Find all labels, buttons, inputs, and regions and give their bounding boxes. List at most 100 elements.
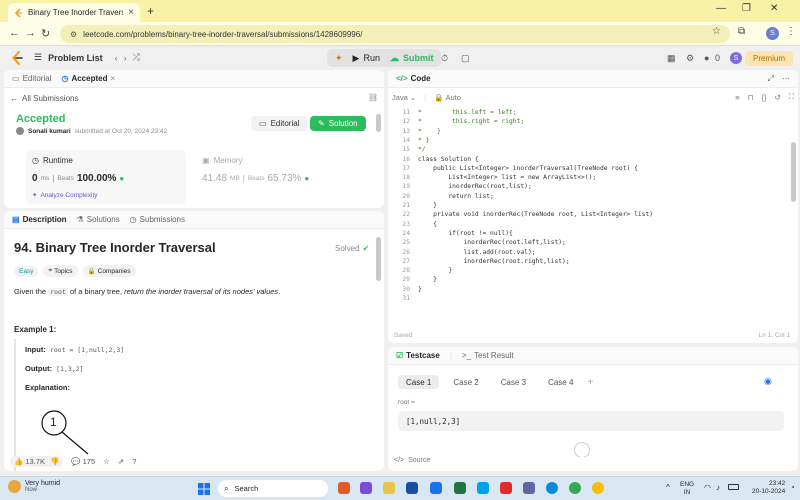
code-line: return list;	[418, 192, 494, 200]
thumbs-down-icon[interactable]: 👎	[50, 457, 59, 466]
extensions-icon[interactable]: ⧉	[738, 26, 745, 37]
case-3-tab[interactable]: Case 3	[493, 375, 534, 389]
fullscreen-icon[interactable]: ⛶	[789, 92, 794, 102]
layout-icon[interactable]: ▦	[667, 53, 676, 64]
prev-problem-icon[interactable]: ‹	[115, 53, 118, 63]
reload-icon[interactable]: ↻	[41, 27, 50, 40]
tab-editorial[interactable]: ▭ Editorial	[12, 74, 51, 83]
browser-menu-icon[interactable]: ⋮	[786, 26, 796, 37]
problem-list-link[interactable]: Problem List	[48, 53, 103, 63]
volume-icon[interactable]: ♪	[716, 483, 720, 492]
bookmark-icon[interactable]: ⊓	[748, 93, 754, 102]
solution-button[interactable]: ✎ Solution	[310, 116, 366, 131]
app-chrome-icon[interactable]	[569, 482, 581, 494]
eye-icon[interactable]: ◉	[764, 376, 772, 387]
clock[interactable]: 23:42 20-10-2024	[752, 480, 785, 496]
app-explorer-icon[interactable]	[383, 482, 395, 494]
battery-icon[interactable]	[728, 484, 739, 490]
site-info-icon[interactable]: ⚙	[70, 30, 77, 39]
notes-icon[interactable]: ▢	[461, 53, 470, 64]
timer-icon[interactable]: ⏱	[441, 53, 448, 64]
leetcode-logo-icon[interactable]	[11, 51, 23, 65]
wifi-icon[interactable]: ◠	[704, 483, 711, 492]
bookmark-star-icon[interactable]: ☆	[712, 26, 721, 37]
chevron-down-icon: ⌄	[409, 92, 417, 102]
submission-scrollbar[interactable]	[376, 114, 381, 132]
companies-tag[interactable]: 🔒 Companies	[82, 265, 136, 277]
code-scrollbar[interactable]	[791, 142, 796, 202]
share-icon[interactable]: ⇗	[118, 457, 124, 466]
tab-submissions[interactable]: ◷ Submissions	[130, 215, 185, 224]
analyze-complexity-label: Analyze Complexity	[40, 191, 98, 199]
windows-start-icon[interactable]	[198, 483, 210, 495]
app-chrome-canary-icon[interactable]	[592, 482, 604, 494]
like-button[interactable]: 👍 13.7K 👎	[10, 456, 64, 467]
back-arrow-icon[interactable]: ←	[9, 27, 20, 39]
var-input[interactable]: [1,null,2,3]	[398, 411, 784, 431]
app-outlook-icon[interactable]	[430, 482, 442, 494]
tray-chevron-icon[interactable]: ^	[666, 483, 670, 492]
source-footer[interactable]: </> Source	[394, 457, 792, 464]
app-word-icon[interactable]	[406, 482, 418, 494]
weather-widget[interactable]: Very humid Now	[8, 480, 60, 493]
code-tab[interactable]: </> Code	[396, 74, 431, 83]
more-icon[interactable]: ⋯	[782, 74, 790, 83]
submit-button[interactable]: ☁ Submit	[390, 53, 434, 64]
tab-accepted-close-icon[interactable]: ×	[110, 74, 115, 83]
app-store-icon[interactable]	[477, 482, 489, 494]
favorite-star-icon[interactable]: ☆	[103, 457, 110, 466]
case-1-tab[interactable]: Case 1	[398, 375, 440, 389]
share-link-icon[interactable]: ⛓	[368, 93, 378, 102]
braces-icon[interactable]: {}	[761, 93, 766, 102]
language-select[interactable]: Java ⌄	[392, 93, 416, 102]
tab-accepted[interactable]: ◷ Accepted ×	[61, 74, 115, 83]
tab-solutions[interactable]: ⚗ Solutions	[77, 215, 120, 224]
case-2-tab[interactable]: Case 2	[445, 375, 486, 389]
taskbar-search[interactable]: ⌕ Search	[218, 480, 328, 497]
add-case-button[interactable]: +	[587, 377, 593, 388]
author-name[interactable]: Sonali kumari	[28, 128, 71, 135]
comments-button[interactable]: 💬 175	[71, 457, 95, 466]
case-4-tab[interactable]: Case 4	[540, 375, 581, 389]
description-scrollbar[interactable]	[376, 237, 381, 281]
format-icon[interactable]: ≡	[735, 93, 739, 102]
forward-arrow-icon[interactable]: →	[25, 27, 36, 39]
app-excel-icon[interactable]	[454, 482, 466, 494]
analyze-complexity-link[interactable]: ✦ Analyze Complexity	[32, 191, 98, 200]
autocomplete-toggle[interactable]: 🔒 Auto	[434, 93, 461, 102]
memory-header[interactable]: ▣ Memory	[202, 156, 242, 165]
reset-icon[interactable]: ↺	[774, 93, 780, 102]
new-tab-button[interactable]: +	[147, 4, 154, 18]
debug-icon[interactable]: ✦	[335, 53, 343, 64]
add-testcase-circle-icon[interactable]	[574, 442, 590, 458]
app-edge-icon[interactable]	[546, 482, 558, 494]
topics-tag[interactable]: ⌖ Topics	[43, 265, 78, 277]
tab-test-result[interactable]: >_ Test Result	[462, 351, 514, 360]
browser-profile-avatar[interactable]: S	[766, 27, 779, 40]
window-close-icon[interactable]: ✕	[770, 3, 778, 14]
minimize-icon[interactable]: —	[716, 3, 726, 14]
run-button[interactable]: ▶ Run	[353, 53, 380, 64]
shuffle-icon[interactable]: ⤮	[133, 52, 140, 63]
language-indicator[interactable]: ENG IN	[680, 481, 694, 497]
all-submissions-link[interactable]: ← All Submissions	[10, 94, 78, 103]
app-widgets-icon[interactable]	[360, 482, 372, 494]
notification-bell-icon[interactable]: ◔	[790, 483, 795, 492]
maximize-icon[interactable]: ❐	[742, 3, 751, 14]
tab-testcase[interactable]: ☑ Testcase	[396, 351, 440, 360]
app-teams-icon[interactable]	[523, 482, 535, 494]
coin-icon[interactable]: ●	[704, 53, 709, 63]
tab-description[interactable]: ▤ Description	[12, 215, 67, 224]
url-field[interactable]: ⚙ leetcode.com/problems/binary-tree-inor…	[60, 25, 730, 43]
app-youtube-icon[interactable]	[500, 482, 512, 494]
help-icon[interactable]: ?	[132, 457, 136, 466]
browser-tab[interactable]: Binary Tree Inorder Traversal ×	[8, 3, 140, 22]
premium-button[interactable]: Premium	[745, 51, 793, 66]
editorial-button[interactable]: ▭ Editorial	[251, 116, 308, 131]
expand-icon[interactable]: ⤢	[768, 74, 774, 84]
user-avatar[interactable]: S	[730, 52, 742, 64]
app-copilot-icon[interactable]	[338, 482, 350, 494]
settings-icon[interactable]: ⚙	[686, 53, 694, 64]
tab-close-icon[interactable]: ×	[128, 7, 134, 18]
next-problem-icon[interactable]: ›	[124, 53, 127, 63]
